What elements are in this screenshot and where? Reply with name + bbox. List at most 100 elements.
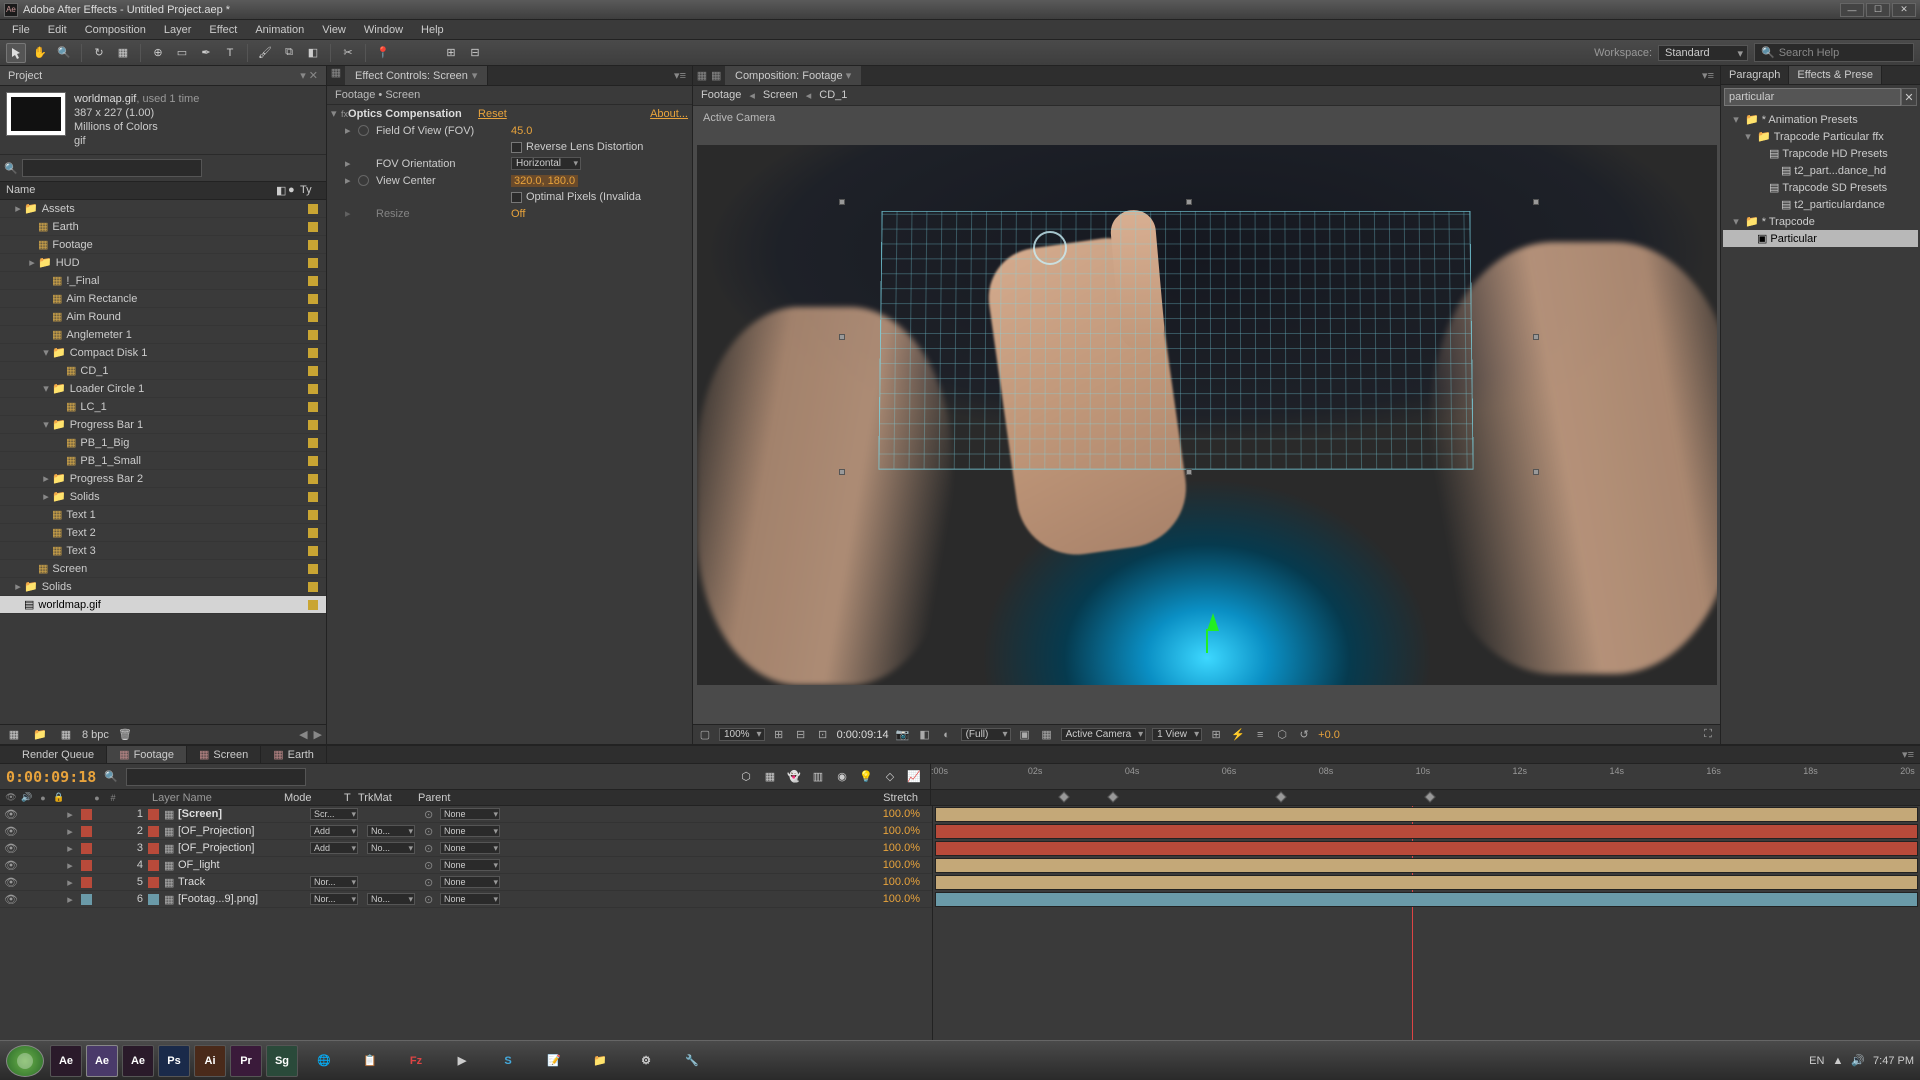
panel-menu-icon[interactable]: ▦ bbox=[327, 66, 345, 85]
project-item[interactable]: ▦PB_1_Small bbox=[0, 452, 326, 470]
brainstorm-icon[interactable]: 💡 bbox=[856, 767, 876, 787]
layer-bar[interactable] bbox=[935, 807, 1918, 822]
menu-effect[interactable]: Effect bbox=[201, 22, 245, 38]
project-item[interactable]: ▦Aim Round bbox=[0, 308, 326, 326]
project-item[interactable]: ▦Text 2 bbox=[0, 524, 326, 542]
visibility-toggle[interactable]: 👁 bbox=[4, 842, 18, 855]
effect-controls-tab[interactable]: Effect Controls: Screen ▾ bbox=[345, 66, 488, 85]
settings-icon[interactable]: ⚙ bbox=[626, 1045, 666, 1077]
flowchart-icon[interactable]: ⬡ bbox=[1274, 727, 1290, 743]
project-item[interactable]: ▦!_Final bbox=[0, 272, 326, 290]
camera-dropdown[interactable]: Active Camera bbox=[1061, 728, 1147, 741]
project-item[interactable]: ▤worldmap.gif bbox=[0, 596, 326, 614]
delete-icon[interactable]: 🗑 bbox=[115, 725, 135, 745]
project-item[interactable]: ▦PB_1_Big bbox=[0, 434, 326, 452]
start-button[interactable] bbox=[6, 1045, 44, 1077]
draft-3d-icon[interactable]: ▦ bbox=[760, 767, 780, 787]
comp-nav-icon[interactable]: ▦ bbox=[711, 69, 725, 82]
timeline-tab[interactable]: ▦ Screen bbox=[187, 746, 261, 763]
tray-icon[interactable]: ▲ bbox=[1832, 1055, 1843, 1067]
exposure-value[interactable]: +0.0 bbox=[1318, 729, 1340, 741]
stopwatch-icon[interactable] bbox=[358, 125, 369, 136]
project-item[interactable]: ▦Screen bbox=[0, 560, 326, 578]
project-item[interactable]: ▦Text 1 bbox=[0, 506, 326, 524]
workspace-dropdown[interactable]: Standard bbox=[1658, 45, 1748, 61]
project-search-input[interactable] bbox=[22, 159, 202, 177]
menu-composition[interactable]: Composition bbox=[77, 22, 154, 38]
project-item[interactable]: ▦Text 3 bbox=[0, 542, 326, 560]
preset-item[interactable]: ▾📁Trapcode Particular ffx bbox=[1723, 128, 1918, 145]
preset-item[interactable]: ▾📁* Animation Presets bbox=[1723, 111, 1918, 128]
layer-row[interactable]: 👁▸2▦[OF_Projection]AddNo...⊙None100.0% bbox=[0, 823, 932, 840]
breadcrumb-item[interactable]: Footage bbox=[701, 89, 741, 102]
eraser-tool[interactable]: ◧ bbox=[303, 43, 323, 63]
taskbar-app-sg[interactable]: Sg bbox=[266, 1045, 298, 1077]
maximize-icon[interactable]: ⛶ bbox=[1700, 727, 1716, 743]
layer-bar[interactable] bbox=[935, 875, 1918, 890]
roi-icon[interactable]: ▣ bbox=[1017, 727, 1033, 743]
visibility-toggle[interactable]: 👁 bbox=[4, 808, 18, 821]
explorer-icon[interactable]: 📁 bbox=[580, 1045, 620, 1077]
always-preview-icon[interactable]: ▢ bbox=[697, 727, 713, 743]
resolution-icon[interactable]: ⊞ bbox=[771, 727, 787, 743]
preset-item[interactable]: ▣Particular bbox=[1723, 230, 1918, 247]
views-dropdown[interactable]: 1 View bbox=[1152, 728, 1202, 741]
project-item[interactable]: ▦Footage bbox=[0, 236, 326, 254]
new-comp-icon[interactable]: ▦ bbox=[56, 725, 76, 745]
preset-item[interactable]: ▤t2_part...dance_hd bbox=[1723, 162, 1918, 179]
project-item[interactable]: ▾📁Loader Circle 1 bbox=[0, 380, 326, 398]
close-button[interactable]: ✕ bbox=[1892, 3, 1916, 17]
project-tab[interactable]: Project▾ ✕ bbox=[0, 66, 326, 86]
panel-options-icon[interactable]: ▾≡ bbox=[668, 66, 692, 85]
layer-row[interactable]: 👁▸1▦[Screen]Scr...⊙None100.0% bbox=[0, 806, 932, 823]
snap-toggle[interactable]: ⊞ bbox=[441, 43, 461, 63]
preset-item[interactable]: ▾📁* Trapcode bbox=[1723, 213, 1918, 230]
brush-tool[interactable]: 🖌 bbox=[255, 43, 275, 63]
hide-shy-icon[interactable]: 👻 bbox=[784, 767, 804, 787]
timeline-tab[interactable]: ▦ Footage bbox=[107, 746, 187, 763]
taskbar-app-ae[interactable]: Ae bbox=[50, 1045, 82, 1077]
fast-preview-icon[interactable]: ⚡ bbox=[1230, 727, 1246, 743]
filezilla-icon[interactable]: Fz bbox=[396, 1045, 436, 1077]
checkbox[interactable] bbox=[511, 142, 522, 153]
about-link[interactable]: About... bbox=[650, 108, 688, 120]
composition-tab[interactable]: Composition: Footage ▾ bbox=[725, 66, 861, 85]
panel-options-icon[interactable]: ▾≡ bbox=[1696, 66, 1720, 85]
project-item[interactable]: ▦Anglemeter 1 bbox=[0, 326, 326, 344]
magnification-dropdown[interactable]: 100% bbox=[719, 728, 765, 741]
composition-viewer[interactable]: Active Camera bbox=[693, 106, 1720, 724]
stretch-col[interactable]: Stretch bbox=[883, 792, 918, 804]
pen-tool[interactable]: ✒ bbox=[196, 43, 216, 63]
effects-search-input[interactable] bbox=[1724, 88, 1901, 106]
app2-icon[interactable]: 🔧 bbox=[672, 1045, 712, 1077]
project-item[interactable]: ▦LC_1 bbox=[0, 398, 326, 416]
taskbar-app-ae[interactable]: Ae bbox=[122, 1045, 154, 1077]
reset-exp-icon[interactable]: ↺ bbox=[1296, 727, 1312, 743]
grid-icon[interactable]: ⊟ bbox=[793, 727, 809, 743]
transparency-icon[interactable]: ▦ bbox=[1039, 727, 1055, 743]
time-ruler[interactable]: :00s02s04s06s08s10s12s14s16s18s20s bbox=[930, 764, 1920, 789]
panel-menu-icon[interactable]: ▦ bbox=[693, 69, 711, 82]
column-type[interactable]: Ty bbox=[300, 184, 320, 197]
resolution-dropdown[interactable]: (Full) bbox=[961, 728, 1011, 741]
column-tag-icon[interactable]: ● bbox=[288, 184, 300, 197]
layer-row[interactable]: 👁▸4▦OF_light⊙None100.0% bbox=[0, 857, 932, 874]
menu-layer[interactable]: Layer bbox=[156, 22, 200, 38]
text-tool[interactable]: T bbox=[220, 43, 240, 63]
fx-icon[interactable]: fx bbox=[341, 109, 348, 119]
rect-tool[interactable]: ▭ bbox=[172, 43, 192, 63]
mode-col[interactable]: Mode bbox=[284, 792, 342, 804]
new-folder-icon[interactable]: 📁 bbox=[30, 725, 50, 745]
color-mgmt-icon[interactable]: ◐ bbox=[939, 727, 955, 743]
property-value[interactable]: 45.0 bbox=[511, 125, 532, 137]
comp-mini-flowchart-icon[interactable]: ⬡ bbox=[736, 767, 756, 787]
project-item[interactable]: ▸📁Solids bbox=[0, 488, 326, 506]
pan-behind-tool[interactable]: ⊕ bbox=[148, 43, 168, 63]
taskbar-app-ps[interactable]: Ps bbox=[158, 1045, 190, 1077]
hand-tool[interactable]: ✋ bbox=[30, 43, 50, 63]
current-timecode[interactable]: 0:00:09:18 bbox=[6, 768, 96, 786]
project-item[interactable]: ▸📁Assets bbox=[0, 200, 326, 218]
zoom-tool[interactable]: 🔍 bbox=[54, 43, 74, 63]
preview-time[interactable]: 0:00:09:14 bbox=[837, 729, 889, 741]
column-name[interactable]: Name bbox=[6, 184, 276, 197]
